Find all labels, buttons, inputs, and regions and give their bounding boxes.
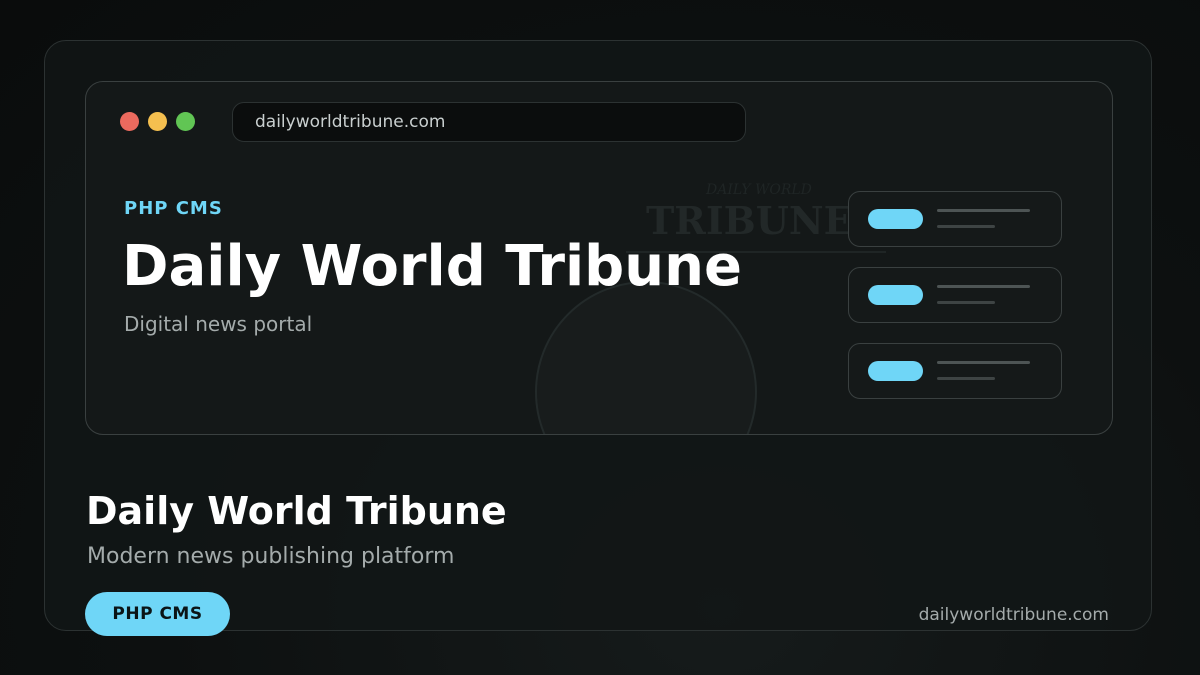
preview-card: TRIBUNE DAILY WORLD dailyworldtribune.co… <box>44 40 1152 636</box>
minimize-dot-icon[interactable] <box>148 112 167 131</box>
mini-card <box>848 267 1062 323</box>
footer-url[interactable]: dailyworldtribune.com <box>919 605 1109 625</box>
svg-text:DAILY WORLD: DAILY WORLD <box>705 182 812 198</box>
address-bar-url: dailyworldtribune.com <box>255 112 446 132</box>
mini-card-pill <box>868 361 923 381</box>
mini-card-line <box>937 225 995 228</box>
mini-card-pill <box>868 209 923 229</box>
mini-card-line <box>937 285 1030 288</box>
hero-title: Daily World Tribune <box>122 234 742 299</box>
browser-mockup: TRIBUNE DAILY WORLD dailyworldtribune.co… <box>85 81 1113 435</box>
php-cms-badge: PHP CMS <box>85 592 230 636</box>
close-dot-icon[interactable] <box>120 112 139 131</box>
hero-subtitle: Digital news portal <box>124 312 313 336</box>
window-controls <box>120 112 195 131</box>
mini-card <box>848 343 1062 399</box>
hero-eyebrow: PHP CMS <box>124 198 223 219</box>
mini-card-line <box>937 377 995 380</box>
mini-card-line <box>937 301 995 304</box>
mini-card-pill <box>868 285 923 305</box>
mini-card <box>848 191 1062 247</box>
footer-title: Daily World Tribune <box>86 489 507 533</box>
mini-card-line <box>937 361 1030 364</box>
mini-card-line <box>937 209 1030 212</box>
address-bar[interactable]: dailyworldtribune.com <box>232 102 746 142</box>
maximize-dot-icon[interactable] <box>176 112 195 131</box>
footer-subtitle: Modern news publishing platform <box>87 544 455 569</box>
